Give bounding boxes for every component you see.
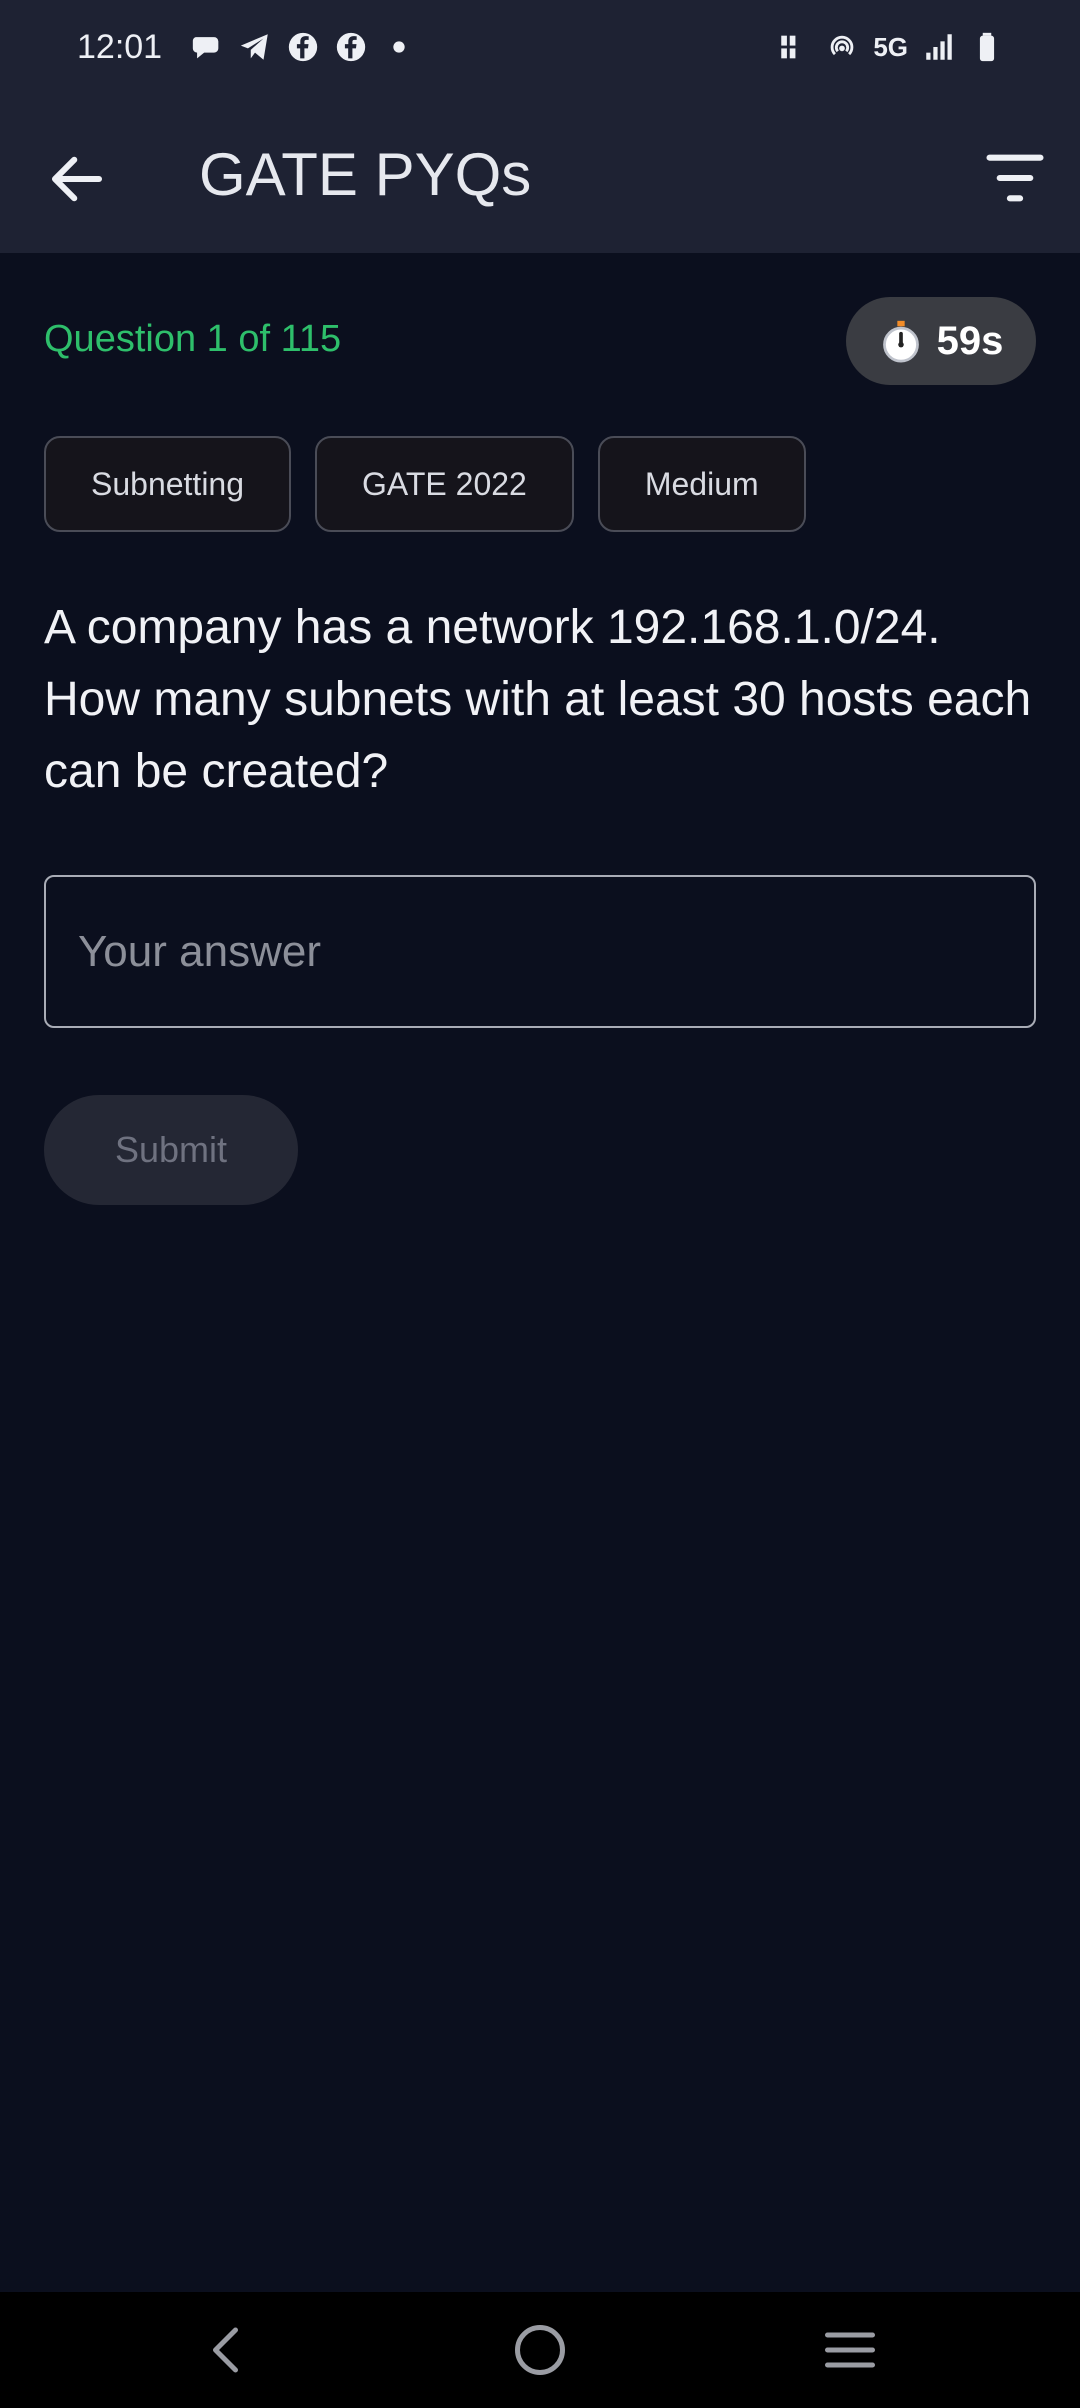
tag-chip-difficulty[interactable]: Medium xyxy=(597,436,806,532)
filter-icon[interactable] xyxy=(984,150,1046,206)
header: 12:01 5G GATE PYQs xyxy=(0,0,1080,253)
nav-back-icon[interactable] xyxy=(198,2320,258,2380)
tag-chip-year[interactable]: GATE 2022 xyxy=(315,436,574,532)
question-counter: Question 1 of 115 xyxy=(44,318,342,360)
system-icons: 5G xyxy=(777,30,1004,64)
dot-icon xyxy=(393,41,405,53)
volte-icon xyxy=(781,35,796,59)
navigation-bar xyxy=(0,2292,1080,2408)
timer-badge: 59s xyxy=(846,297,1036,385)
tag-chip-topic[interactable]: Subnetting xyxy=(44,436,292,532)
tag-chips: Subnetting GATE 2022 Medium xyxy=(44,436,806,532)
battery-icon xyxy=(979,32,995,62)
notification-icons xyxy=(190,30,416,64)
stopwatch-icon xyxy=(882,320,919,363)
arrow-left-icon[interactable] xyxy=(44,146,110,212)
nav-home-icon[interactable] xyxy=(510,2320,570,2380)
facebook-icon xyxy=(336,32,366,62)
answer-input[interactable] xyxy=(44,875,1036,1028)
network-type: 5G xyxy=(873,31,908,62)
timer-value: 59s xyxy=(936,318,1004,363)
hotspot-icon xyxy=(830,35,854,56)
signal-icon xyxy=(926,34,952,60)
facebook-icon xyxy=(288,32,318,62)
chat-icon xyxy=(192,37,219,59)
page-title: GATE PYQs xyxy=(199,141,532,208)
status-bar: 12:01 5G xyxy=(0,0,1080,100)
status-time: 12:01 xyxy=(77,28,163,66)
app-bar: GATE PYQs xyxy=(0,100,1080,253)
nav-recents-icon[interactable] xyxy=(820,2320,880,2380)
submit-button[interactable]: Submit xyxy=(44,1095,298,1205)
app-screen: 12:01 5G GATE PYQs Question 1 of 115 59s… xyxy=(0,0,1080,2408)
telegram-icon xyxy=(240,34,268,60)
question-text: A company has a network 192.168.1.0/24. … xyxy=(44,601,1032,798)
